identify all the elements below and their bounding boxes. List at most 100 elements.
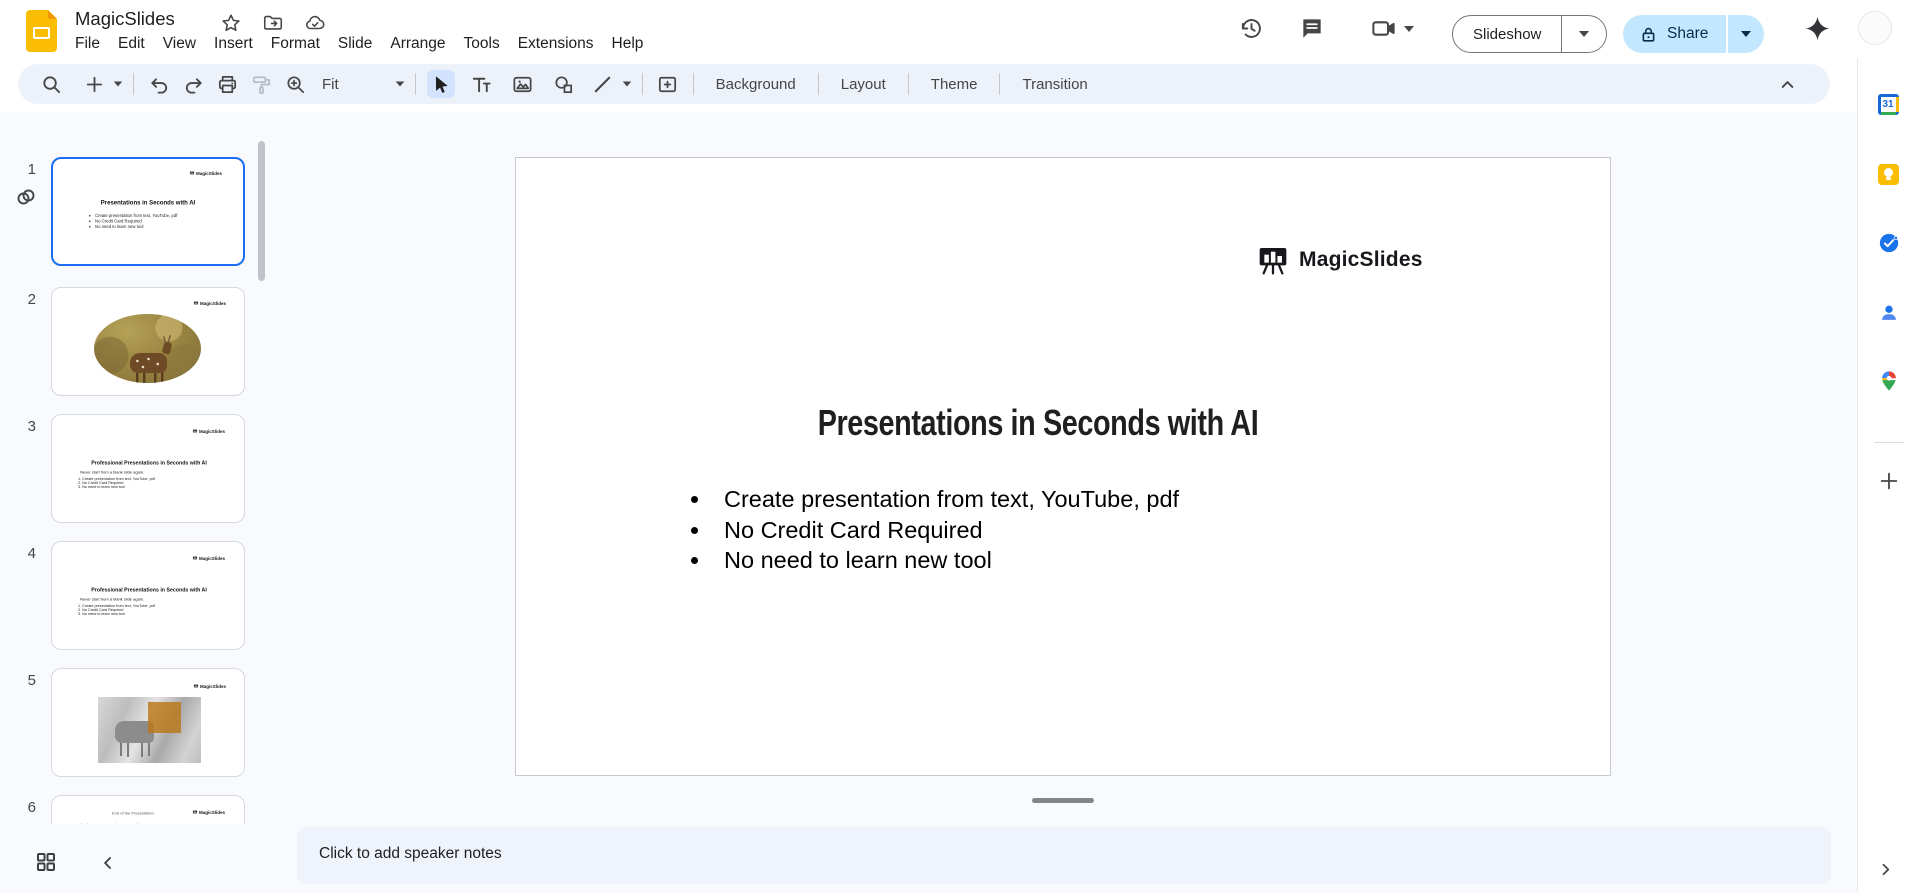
background-button[interactable]: Background — [702, 70, 810, 98]
calendar-icon[interactable]: 31 — [1877, 94, 1900, 116]
slide-brand-logo[interactable]: MagicSlides — [1256, 244, 1423, 276]
slide-canvas[interactable]: MagicSlides Presentations in Seconds wit… — [515, 157, 1611, 776]
filmstrip-scrollbar[interactable] — [258, 141, 265, 281]
toolbar-separator — [692, 73, 694, 95]
workspace-side-panel: 31 — [1857, 58, 1919, 893]
menu-extensions[interactable]: Extensions — [509, 33, 603, 55]
insert-placeholder-icon[interactable] — [654, 70, 682, 98]
contacts-icon[interactable] — [1878, 302, 1900, 324]
thumb-bullets: Create presentation from text, YouTube, … — [95, 213, 177, 230]
undo-button[interactable] — [145, 70, 173, 98]
share-button[interactable]: Share — [1623, 15, 1729, 53]
slide-thumbnail-4[interactable]: MagicSlides Professional Presentations i… — [51, 541, 245, 650]
theme-button[interactable]: Theme — [917, 70, 992, 98]
grayscale-deer-photo — [98, 697, 201, 763]
keep-icon[interactable] — [1877, 164, 1900, 186]
cloud-status-icon[interactable] — [304, 12, 326, 34]
zoom-button[interactable] — [281, 70, 309, 98]
menu-view[interactable]: View — [154, 33, 205, 55]
slides-logo-fold — [48, 10, 57, 19]
thumb-subtitle: Never start from a blank slide again. — [80, 597, 145, 602]
zoom-value: Fit — [322, 75, 339, 93]
collapse-filmstrip-chevron-icon[interactable] — [98, 853, 118, 873]
speaker-notes-input[interactable]: Click to add speaker notes — [297, 827, 1831, 884]
slideshow-options-caret[interactable] — [1562, 16, 1606, 52]
zoom-select[interactable]: Fit — [314, 76, 405, 93]
search-menus-icon[interactable] — [37, 70, 65, 98]
version-history-icon[interactable] — [1238, 15, 1266, 43]
insert-shape-icon[interactable] — [550, 70, 578, 98]
collapse-menus-icon[interactable] — [1773, 70, 1801, 98]
slide-number: 5 — [27, 672, 36, 689]
expand-right-chevron-icon[interactable] — [1876, 860, 1895, 879]
deer-photo-oval — [94, 314, 201, 383]
slide-brand-text: MagicSlides — [1299, 248, 1423, 271]
select-tool-button[interactable] — [426, 70, 455, 98]
move-to-folder-icon[interactable] — [262, 12, 284, 34]
slide-number: 1 — [27, 161, 36, 178]
meet-camera-icon[interactable] — [1370, 15, 1398, 43]
thumb-brand: MagicSlides — [189, 171, 222, 176]
maps-icon[interactable] — [1878, 370, 1900, 392]
line-caret-icon[interactable] — [620, 70, 634, 98]
slide-thumbnail-1[interactable]: MagicSlides Presentations in Seconds wit… — [51, 157, 245, 266]
grid-view-icon[interactable] — [34, 850, 58, 874]
insert-image-icon[interactable] — [509, 70, 537, 98]
menu-help[interactable]: Help — [603, 33, 653, 55]
slide-bullet-list[interactable]: Create presentation from text, YouTube, … — [712, 484, 1179, 576]
share-split-button: Share — [1623, 15, 1765, 53]
toolbar-separator — [817, 73, 819, 95]
menu-tools[interactable]: Tools — [455, 33, 509, 55]
easel-chart-icon — [1256, 244, 1290, 276]
link-rings-icon — [14, 186, 38, 210]
camera-dropdown-caret-icon[interactable] — [1404, 26, 1432, 54]
panel-divider — [1873, 442, 1904, 443]
print-button[interactable] — [213, 70, 241, 98]
share-options-caret[interactable] — [1728, 15, 1765, 53]
menu-file[interactable]: File — [66, 33, 109, 55]
add-panel-app-icon[interactable] — [1878, 470, 1900, 492]
slide-number: 4 — [27, 545, 36, 562]
speaker-notes-placeholder: Click to add speaker notes — [319, 845, 502, 862]
thumb-brand: MagicSlides — [192, 556, 225, 561]
paint-format-button[interactable] — [247, 70, 275, 98]
transition-button[interactable]: Transition — [1008, 70, 1101, 98]
thumb-title: Professional Presentations in Seconds wi… — [91, 587, 207, 593]
new-slide-caret-icon[interactable] — [111, 70, 125, 98]
document-title[interactable]: MagicSlides — [75, 8, 175, 30]
google-slides-app: MagicSlides File Edit View Insert Format… — [0, 0, 1919, 893]
gemini-sparkle-icon[interactable] — [1804, 15, 1832, 43]
menu-edit[interactable]: Edit — [109, 33, 154, 55]
star-icon[interactable] — [220, 12, 242, 34]
slide-number: 2 — [27, 291, 36, 308]
slides-logo-film-shape — [33, 27, 50, 39]
slide-thumbnail-5[interactable]: MagicSlides — [51, 668, 245, 777]
text-box-tool-icon[interactable] — [468, 70, 496, 98]
tasks-icon[interactable] — [1878, 232, 1900, 254]
menu-slide[interactable]: Slide — [329, 33, 381, 55]
slide-bullet: No need to learn new tool — [712, 545, 1179, 576]
canvas-horizontal-scrollbar[interactable] — [1032, 798, 1094, 803]
menu-arrange[interactable]: Arrange — [381, 33, 454, 55]
new-slide-button[interactable] — [80, 70, 108, 98]
comments-icon[interactable] — [1299, 15, 1327, 43]
thumb-brand: MagicSlides — [193, 684, 226, 689]
menu-bar: File Edit View Insert Format Slide Arran… — [66, 33, 652, 55]
toolbar-separator — [907, 73, 909, 95]
slide-number: 3 — [27, 418, 36, 435]
slide-title[interactable]: Presentations in Seconds with AI — [620, 402, 1455, 444]
slide-thumbnail-2[interactable]: MagicSlides — [51, 287, 245, 396]
redo-button[interactable] — [179, 70, 207, 98]
layout-button[interactable]: Layout — [827, 70, 900, 98]
slideshow-button[interactable]: Slideshow — [1453, 16, 1563, 52]
google-slides-logo-icon[interactable] — [26, 10, 57, 52]
slide-thumbnail-3[interactable]: MagicSlides Professional Presentations i… — [51, 414, 245, 523]
menu-format[interactable]: Format — [262, 33, 329, 55]
account-avatar[interactable] — [1858, 11, 1892, 45]
slide-bullet: Create presentation from text, YouTube, … — [712, 484, 1179, 515]
insert-line-icon[interactable] — [589, 70, 617, 98]
menu-insert[interactable]: Insert — [205, 33, 262, 55]
thumb-items: 1. Create presentation from text, YouTub… — [78, 603, 155, 616]
thumb-brand: MagicSlides — [192, 429, 225, 434]
share-label: Share — [1667, 25, 1709, 42]
